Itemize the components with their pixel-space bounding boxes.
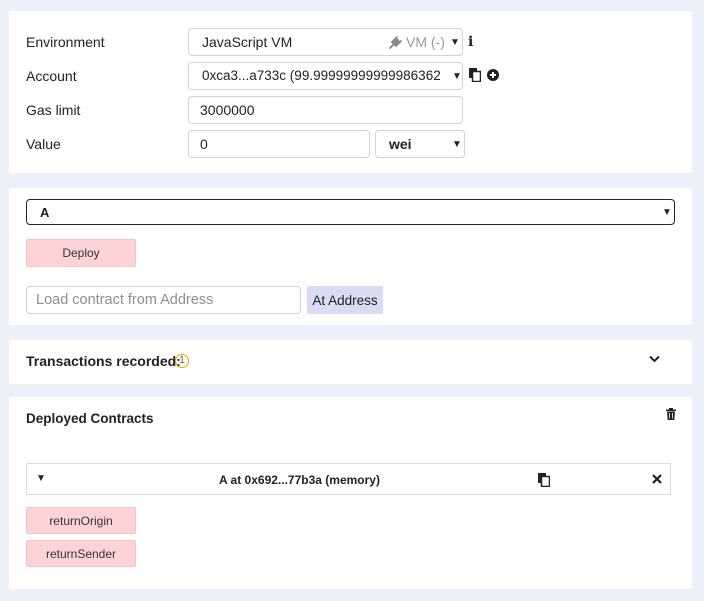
close-icon[interactable] (652, 474, 662, 484)
account-value: 0xca3...a733c (99.99999999999986362 (202, 68, 441, 83)
contract-instance[interactable]: ▼ A at 0x692...77b3a (memory) (26, 463, 671, 495)
plug-icon (387, 35, 403, 51)
unit-value: wei (389, 136, 412, 152)
address-input[interactable]: Load contract from Address (26, 286, 301, 314)
deployed-contracts-panel: Deployed Contracts ▼ A at 0x692...77b3a … (9, 397, 692, 589)
value-value: 0 (200, 136, 208, 152)
environment-vm-label: VM (-) (406, 34, 445, 50)
account-label: Account (26, 68, 77, 84)
environment-select[interactable]: JavaScript VM VM (-) ▼ (188, 28, 463, 56)
deployed-title: Deployed Contracts (26, 411, 154, 426)
transactions-count-badge: 1 (175, 354, 189, 368)
copy-icon[interactable] (538, 473, 550, 487)
chevron-down-icon: ▼ (450, 71, 462, 82)
value-input[interactable]: 0 (188, 130, 370, 158)
contract-selected: A (40, 205, 50, 220)
gas-limit-label: Gas limit (26, 102, 81, 118)
gas-limit-value: 3000000 (200, 102, 255, 118)
caret-down-icon[interactable]: ▼ (36, 473, 46, 484)
chevron-down-icon: ▼ (662, 207, 672, 218)
chevron-down-icon: ▼ (450, 37, 460, 48)
function-button-return-sender[interactable]: returnSender (26, 540, 136, 567)
deploy-button[interactable]: Deploy (26, 239, 136, 267)
chevron-down-icon: ▼ (452, 139, 462, 150)
unit-select[interactable]: wei ▼ (375, 130, 465, 158)
contract-instance-label: A at 0x692...77b3a (memory) (219, 473, 380, 487)
info-icon[interactable]: i (468, 34, 473, 50)
function-button-return-origin[interactable]: returnOrigin (26, 507, 136, 534)
contract-select[interactable]: A ▼ (26, 199, 675, 225)
environment-value: JavaScript VM (202, 34, 293, 50)
plus-circle-icon[interactable] (487, 69, 499, 81)
value-label: Value (26, 136, 61, 152)
trash-icon[interactable] (666, 408, 676, 420)
settings-panel: Environment JavaScript VM VM (-) ▼ i Acc… (9, 11, 692, 173)
account-select[interactable]: 0xca3...a733c (99.99999999999986362 ▼ (188, 62, 463, 90)
chevron-down-icon[interactable] (649, 355, 660, 363)
transactions-title: Transactions recorded: (26, 353, 181, 369)
address-placeholder: Load contract from Address (36, 292, 214, 308)
gas-limit-input[interactable]: 3000000 (188, 96, 463, 124)
deploy-panel: A ▼ Deploy Load contract from Address At… (9, 188, 692, 325)
environment-label: Environment (26, 34, 105, 50)
at-address-button[interactable]: At Address (307, 286, 383, 314)
transactions-panel[interactable]: Transactions recorded: 1 (9, 340, 692, 384)
copy-icon[interactable] (469, 68, 481, 82)
